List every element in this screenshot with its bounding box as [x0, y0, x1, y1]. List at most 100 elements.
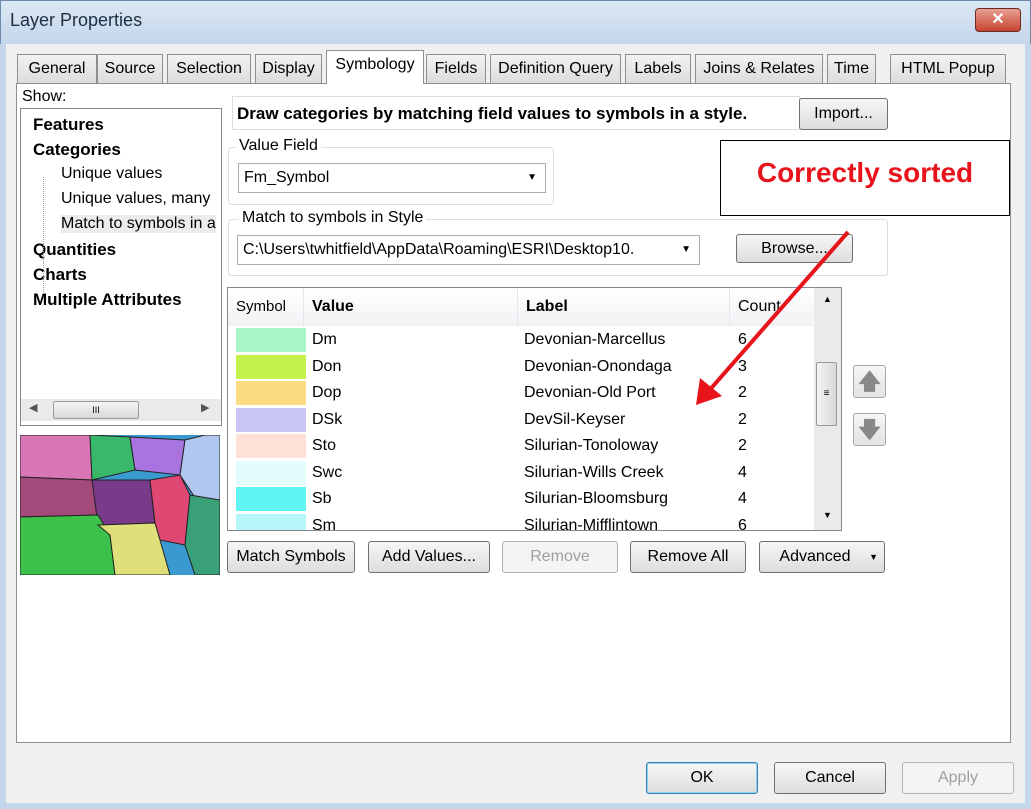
- chevron-down-icon: ▼: [527, 172, 537, 183]
- chevron-down-icon: ▼: [869, 552, 878, 562]
- tree-item[interactable]: Unique values, many: [61, 190, 210, 208]
- horizontal-scrollbar[interactable]: ◀ III ▶: [21, 399, 221, 421]
- symbol-swatch[interactable]: [236, 381, 306, 405]
- tree-item[interactable]: Categories: [33, 140, 121, 160]
- count-cell: 6: [738, 331, 747, 348]
- chevron-down-icon: ▼: [677, 236, 691, 264]
- tab-definition-query[interactable]: Definition Query: [490, 54, 621, 83]
- count-cell: 2: [738, 437, 747, 454]
- tab-source[interactable]: Source: [97, 54, 163, 83]
- tab-symbology[interactable]: Symbology: [326, 50, 424, 84]
- count-cell: 2: [738, 384, 747, 401]
- tree-item[interactable]: Charts: [33, 265, 87, 285]
- close-button[interactable]: ✕: [975, 8, 1021, 32]
- tab-labels[interactable]: Labels: [625, 54, 691, 83]
- move-down-button[interactable]: 🡇: [853, 413, 886, 446]
- vertical-scrollbar[interactable]: ▲ ≡ ▼: [814, 288, 841, 530]
- add-values-button[interactable]: Add Values...: [368, 541, 490, 573]
- ok-button[interactable]: OK: [646, 762, 758, 794]
- scroll-up-icon[interactable]: ▲: [823, 294, 832, 304]
- tree-item[interactable]: Unique values: [61, 165, 162, 183]
- table-row[interactable]: Sb Silurian-Bloomsburg 4: [228, 486, 818, 513]
- label-cell: DevSil-Keyser: [524, 410, 626, 428]
- table-row[interactable]: Sto Silurian-Tonoloway 2: [228, 433, 818, 460]
- scroll-thumb[interactable]: ≡: [816, 362, 837, 426]
- move-up-button[interactable]: 🡅: [853, 365, 886, 398]
- arrow-down-icon: 🡇: [858, 417, 881, 442]
- value-cell: Swc: [312, 463, 343, 481]
- map-region: [91, 479, 156, 526]
- symbol-swatch[interactable]: [236, 460, 306, 485]
- symbol-table: Symbol Value Label Count Dm Devonian-Mar…: [227, 287, 842, 531]
- match-symbols-button[interactable]: Match Symbols: [227, 541, 355, 573]
- count-cell: 4: [738, 490, 747, 507]
- scroll-down-icon[interactable]: ▼: [823, 510, 832, 520]
- remove-button[interactable]: Remove: [502, 541, 618, 573]
- value-cell: Don: [312, 357, 342, 375]
- label-cell: Silurian-Mifflintown: [524, 516, 658, 531]
- remove-all-button[interactable]: Remove All: [630, 541, 746, 573]
- symbol-swatch[interactable]: [236, 354, 306, 379]
- value-cell: Sto: [312, 437, 337, 454]
- tab-selection[interactable]: Selection: [167, 54, 251, 83]
- tree-item[interactable]: Quantities: [33, 240, 116, 260]
- symbol-swatch[interactable]: [236, 328, 306, 352]
- apply-button[interactable]: Apply: [902, 762, 1014, 794]
- style-path: C:\Users\twhitfield\AppData\Roaming\ESRI…: [243, 241, 635, 258]
- title-bar: [0, 0, 1031, 44]
- symbol-swatch[interactable]: [236, 407, 306, 432]
- map-region: [20, 476, 99, 518]
- style-label: Match to symbols in Style: [239, 209, 427, 227]
- table-row[interactable]: Sm Silurian-Mifflintown 6: [228, 513, 818, 531]
- scroll-thumb[interactable]: III: [53, 401, 139, 419]
- tree-item[interactable]: Match to symbols in a: [61, 215, 216, 233]
- symbol-swatch[interactable]: [236, 513, 306, 530]
- count-cell: 6: [738, 516, 747, 531]
- count-cell: 3: [738, 357, 747, 375]
- value-cell: Dop: [312, 384, 342, 401]
- scroll-right-icon[interactable]: ▶: [201, 401, 209, 414]
- description-text: Draw categories by matching field values…: [232, 96, 800, 130]
- value-field-label: Value Field: [236, 137, 321, 155]
- show-tree[interactable]: Features Categories Unique values Unique va…: [20, 108, 222, 426]
- table-row[interactable]: Dop Devonian-Old Port 2: [228, 380, 818, 407]
- annotation-box: Correctly sorted: [720, 140, 1010, 216]
- column-header-value[interactable]: Value: [304, 288, 518, 326]
- import-button[interactable]: Import...: [799, 98, 888, 130]
- symbol-swatch[interactable]: [236, 434, 306, 458]
- tree-item[interactable]: Features: [33, 115, 104, 135]
- arrow-up-icon: 🡅: [858, 369, 881, 394]
- table-row[interactable]: Swc Silurian-Wills Creek 4: [228, 460, 818, 487]
- tree-line: [43, 177, 44, 294]
- map-region: [20, 514, 116, 575]
- tab-html-popup[interactable]: HTML Popup: [890, 54, 1006, 83]
- value-cell: DSk: [312, 410, 343, 428]
- label-cell: Silurian-Bloomsburg: [524, 490, 669, 507]
- browse-button[interactable]: Browse...: [736, 234, 853, 263]
- table-row[interactable]: Don Devonian-Onondaga 3: [228, 354, 818, 381]
- tab-general[interactable]: General: [17, 54, 97, 83]
- value-field-value: Fm_Symbol: [244, 169, 330, 186]
- tab-time[interactable]: Time: [827, 54, 876, 83]
- column-header-symbol[interactable]: Symbol: [228, 288, 304, 326]
- close-icon: ✕: [991, 11, 1005, 28]
- column-header-label[interactable]: Label: [518, 288, 730, 326]
- value-field-dropdown[interactable]: Fm_Symbol ▼: [238, 163, 546, 193]
- count-cell: 2: [738, 410, 747, 428]
- symbol-swatch[interactable]: [236, 487, 306, 511]
- column-header-count[interactable]: Count: [730, 288, 816, 326]
- map-region: [20, 435, 93, 481]
- style-dropdown[interactable]: C:\Users\twhitfield\AppData\Roaming\ESRI…: [237, 235, 700, 265]
- scroll-left-icon[interactable]: ◀: [29, 401, 37, 414]
- tab-fields[interactable]: Fields: [426, 54, 486, 83]
- tab-display[interactable]: Display: [255, 54, 322, 83]
- tree-item[interactable]: Multiple Attributes: [33, 290, 182, 310]
- tab-joins-relates[interactable]: Joins & Relates: [695, 54, 823, 83]
- table-row[interactable]: Dm Devonian-Marcellus 6: [228, 327, 818, 354]
- advanced-button[interactable]: Advanced ▼: [759, 541, 885, 573]
- cancel-button[interactable]: Cancel: [774, 762, 886, 794]
- label-cell: Silurian-Wills Creek: [524, 463, 664, 481]
- map-preview: [20, 435, 220, 575]
- table-row[interactable]: DSk DevSil-Keyser 2: [228, 407, 818, 434]
- label-cell: Devonian-Marcellus: [524, 331, 666, 348]
